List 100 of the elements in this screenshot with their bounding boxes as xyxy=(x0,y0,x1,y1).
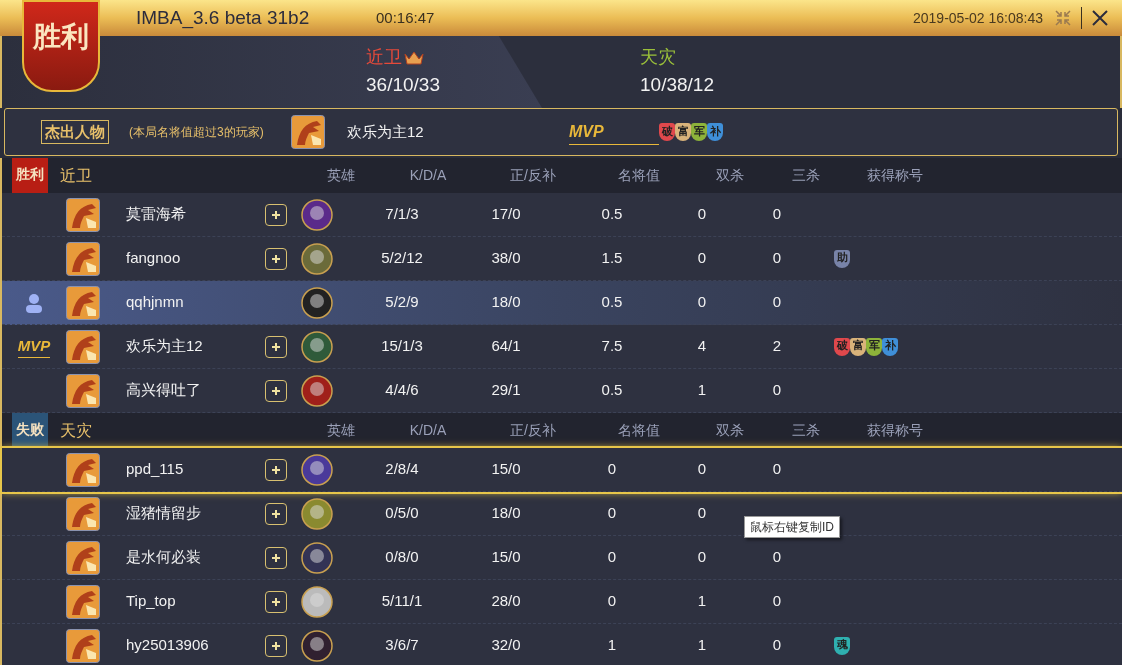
double-kill-cell-text: 0 xyxy=(696,459,708,480)
last-hits-cell-text: 18/0 xyxy=(490,503,522,524)
highlight-note: (本局名将值超过3的玩家) xyxy=(129,124,265,141)
avatar-image xyxy=(66,496,100,531)
kda-cell-text: 15/1/3 xyxy=(380,336,424,357)
column-header: 获得称号 xyxy=(866,166,924,185)
player-name[interactable]: qqhjnmn xyxy=(108,291,258,314)
outstanding-player-label: 杰出人物 xyxy=(41,119,109,145)
last-hits-cell-text: 15/0 xyxy=(490,547,522,568)
player-name[interactable]: 莫雷海希 xyxy=(108,203,258,226)
add-friend-button[interactable] xyxy=(265,590,287,613)
rating-cell-text: 0.5 xyxy=(600,204,624,225)
hero-portrait xyxy=(301,286,333,319)
kda-cell-text: 2/8/4 xyxy=(384,459,420,480)
plus-icon xyxy=(271,596,281,607)
column-header: 双杀 xyxy=(715,166,745,185)
plus-icon xyxy=(271,385,281,396)
double-kill-cell-text: 1 xyxy=(696,635,708,656)
player-row[interactable]: 莫雷海希 7/1/3 17/0 0.5 0 0 xyxy=(2,193,1122,237)
rating-cell-text: 0 xyxy=(606,547,618,568)
title-badge: 富 xyxy=(675,123,691,141)
hero-portrait xyxy=(301,453,333,486)
double-kill-cell-text: 0 xyxy=(696,503,708,524)
triple-kill-cell-text: 0 xyxy=(771,635,783,656)
hero-portrait xyxy=(301,629,333,662)
kda-cell-text: 5/11/1 xyxy=(380,591,424,612)
triple-kill-cell-text: 0 xyxy=(771,204,783,225)
column-header: 三杀 xyxy=(791,166,821,185)
last-hits-cell-text: 18/0 xyxy=(490,292,522,313)
title-badge: 破 xyxy=(659,123,675,141)
column-header: 获得称号 xyxy=(866,421,924,440)
column-header: 名将值 xyxy=(617,421,661,440)
add-friend-button[interactable] xyxy=(265,502,287,525)
triple-kill-cell-text: 0 xyxy=(771,380,783,401)
kda-cell-text: 0/5/0 xyxy=(384,503,420,524)
title-badge: 补 xyxy=(882,337,898,356)
avatar-image xyxy=(66,628,100,663)
triple-kill-cell-text: 0 xyxy=(771,292,783,313)
avatar-image xyxy=(66,452,100,487)
player-row[interactable]: 是水何必装 0/8/0 15/0 0 0 0 xyxy=(2,536,1122,580)
player-row[interactable]: qqhjnmn 5/2/9 18/0 0.5 0 0 xyxy=(2,281,1122,325)
last-hits-cell-text: 64/1 xyxy=(490,336,522,357)
player-name[interactable]: 欢乐为主12 xyxy=(108,335,258,358)
plus-icon xyxy=(271,508,281,519)
avatar-image xyxy=(66,241,100,276)
player-name[interactable]: 高兴得吐了 xyxy=(108,379,258,402)
player-name[interactable]: 欢乐为主12 xyxy=(347,120,569,144)
plus-icon xyxy=(271,552,281,563)
player-name[interactable]: fangnoo xyxy=(108,247,258,270)
player-row[interactable]: ppd_115 2/8/4 15/0 0 0 0 xyxy=(2,448,1122,492)
plus-icon xyxy=(271,464,281,475)
team-score: 10/38/12 xyxy=(640,73,715,98)
double-kill-cell-text: 0 xyxy=(696,547,708,568)
add-friend-button[interactable] xyxy=(265,379,287,402)
team-name: 近卫 xyxy=(60,165,93,186)
player-row[interactable]: Tip_top 5/11/1 28/0 0 1 0 xyxy=(2,580,1122,624)
last-hits-cell-text: 17/0 xyxy=(490,204,522,225)
double-kill-cell-text: 4 xyxy=(696,336,708,357)
player-name[interactable]: hy25013906 xyxy=(108,634,258,657)
player-row[interactable]: hy25013906 3/6/7 32/0 1 1 0 魂 xyxy=(2,624,1122,665)
column-header: 正/反补 xyxy=(509,421,557,440)
add-friend-button[interactable] xyxy=(265,335,287,358)
triple-kill-cell-text: 2 xyxy=(771,336,783,357)
match-datetime: 2019-05-02 16:08:43 xyxy=(913,8,1043,28)
team-name: 天灾 xyxy=(640,46,676,70)
add-friend-button[interactable] xyxy=(265,247,287,270)
player-name[interactable]: 是水何必装 xyxy=(108,546,258,569)
add-friend-button[interactable] xyxy=(265,634,287,657)
player-name[interactable]: ppd_115 xyxy=(108,458,258,481)
avatar-image xyxy=(66,197,100,232)
title-badge: 补 xyxy=(707,123,723,141)
title-badge: 富 xyxy=(850,337,866,356)
player-row[interactable]: MVP 欢乐为主12 15/1/3 64/1 7.5 4 2 破 富 军 补 xyxy=(2,325,1122,369)
add-friend-button[interactable] xyxy=(265,203,287,226)
player-row[interactable]: 湿猪情留步 0/5/0 18/0 0 0 鼠标右键复制ID xyxy=(2,492,1122,536)
player-row[interactable]: fangnoo 5/2/12 38/0 1.5 0 0 助 xyxy=(2,237,1122,281)
hero-portrait xyxy=(301,242,333,275)
hero-portrait xyxy=(301,585,333,618)
column-header: 英雄 xyxy=(326,166,356,185)
plus-icon xyxy=(271,209,281,220)
mvp-label: MVP xyxy=(17,334,51,359)
add-friend-button[interactable] xyxy=(265,546,287,569)
column-header: 双杀 xyxy=(715,421,745,440)
title-badge: 助 xyxy=(834,249,850,268)
column-header: 英雄 xyxy=(326,421,356,440)
add-friend-button[interactable] xyxy=(265,458,287,481)
close-icon xyxy=(1092,10,1108,26)
player-name[interactable]: Tip_top xyxy=(108,590,258,613)
tooltip: 鼠标右键复制ID xyxy=(744,516,840,538)
close-button[interactable] xyxy=(1090,8,1110,28)
avatar-image xyxy=(66,540,100,575)
collapse-button[interactable] xyxy=(1053,8,1073,28)
title-badge: 军 xyxy=(866,337,882,356)
player-row[interactable]: 高兴得吐了 4/4/6 29/1 0.5 1 0 xyxy=(2,369,1122,413)
kda-cell-text: 3/6/7 xyxy=(384,635,420,656)
column-header: 三杀 xyxy=(791,421,821,440)
avatar-image xyxy=(291,115,325,149)
team-name: 近卫 xyxy=(366,46,402,70)
player-name[interactable]: 湿猪情留步 xyxy=(108,502,258,525)
double-kill-cell-text: 0 xyxy=(696,248,708,269)
